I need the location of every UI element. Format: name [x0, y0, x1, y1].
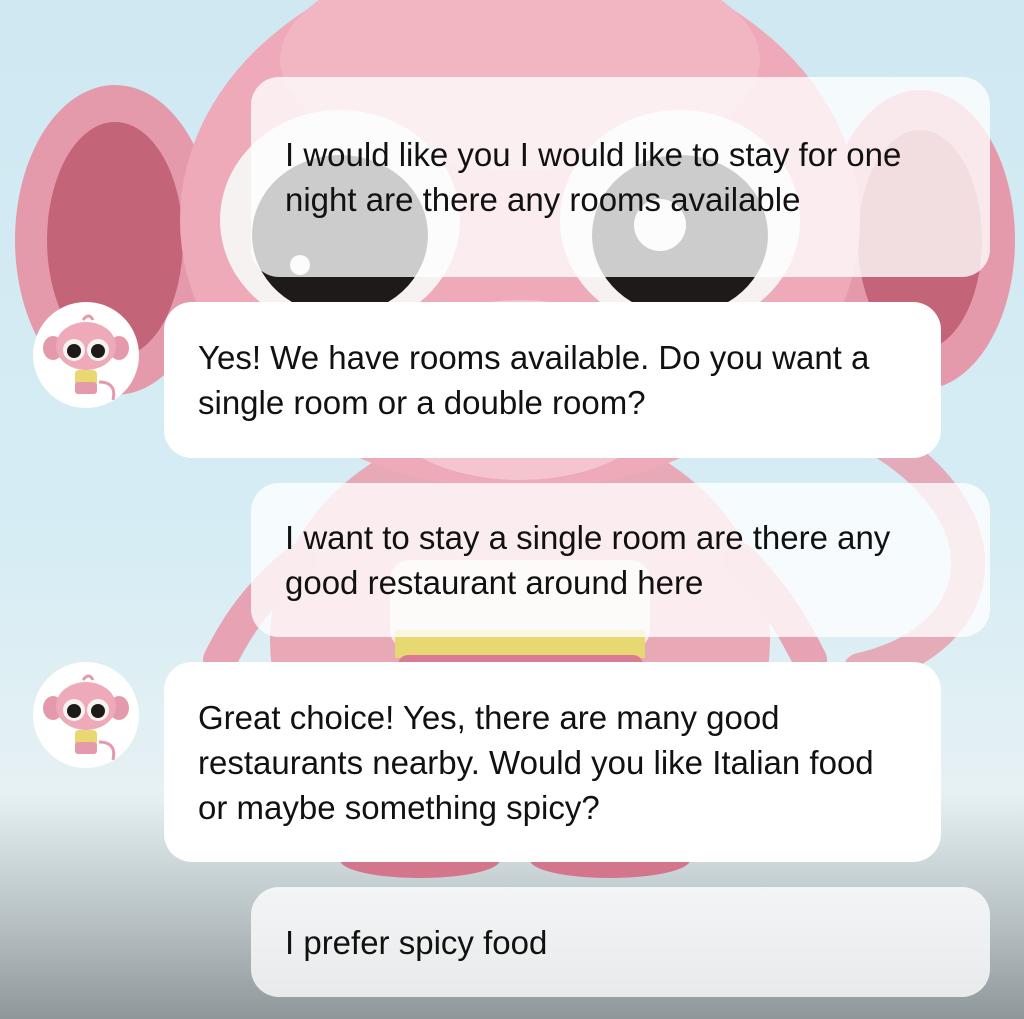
user-message: I would like you I would like to stay fo…: [251, 77, 990, 277]
user-message: I want to stay a single room are there a…: [251, 483, 990, 637]
monkey-avatar-svg: [43, 674, 129, 761]
assistant-message: Yes! We have rooms available. Do you wan…: [164, 302, 941, 458]
monkey-avatar-icon: [33, 302, 139, 408]
user-message-text: I want to stay a single room are there a…: [285, 519, 891, 601]
monkey-avatar-icon: [33, 662, 139, 768]
assistant-message-text: Great choice! Yes, there are many good r…: [198, 698, 874, 826]
user-message: I prefer spicy food: [251, 887, 990, 997]
assistant-message-text: Yes! We have rooms available. Do you wan…: [198, 339, 870, 421]
monkey-avatar-svg: [43, 314, 129, 401]
assistant-message: Great choice! Yes, there are many good r…: [164, 662, 941, 862]
user-message-text: I prefer spicy food: [285, 923, 548, 961]
user-message-text: I would like you I would like to stay fo…: [285, 136, 902, 218]
